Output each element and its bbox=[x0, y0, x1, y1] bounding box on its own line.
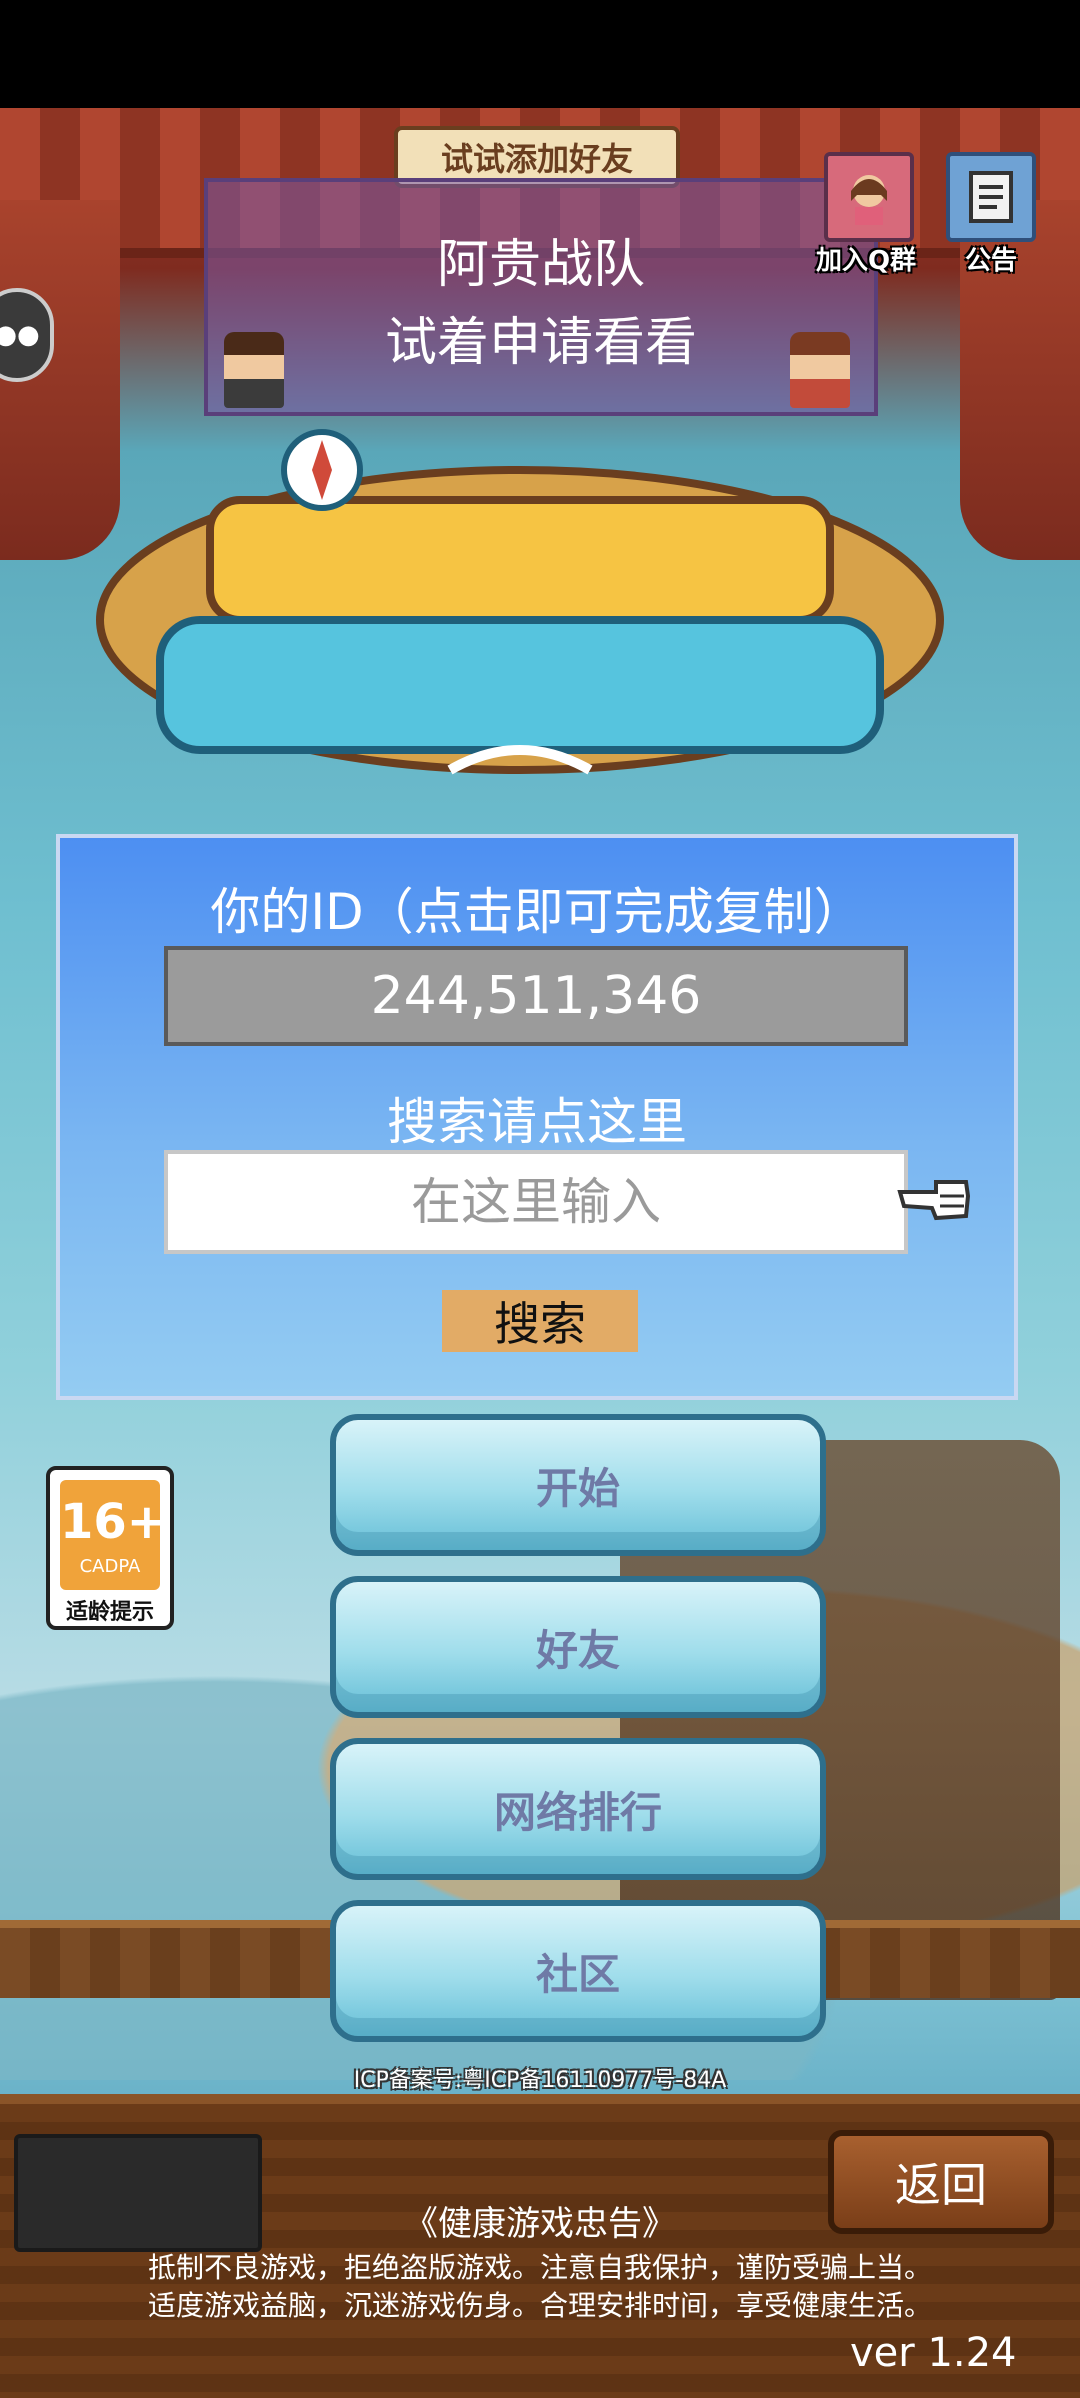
player-id-copy-field[interactable]: 244,511,346 bbox=[164, 946, 908, 1046]
online-ranking-button[interactable]: 网络排行 bbox=[330, 1738, 826, 1880]
health-advisory-title: 《健康游戏忠告》 bbox=[404, 2204, 676, 2244]
version-label: ver 1.24 bbox=[850, 2330, 1017, 2376]
pointing-hand-icon bbox=[897, 1180, 971, 1221]
document-icon bbox=[969, 171, 1013, 223]
search-input[interactable] bbox=[164, 1150, 908, 1254]
girl-avatar-icon bbox=[851, 175, 887, 225]
search-button[interactable]: 搜索 bbox=[442, 1290, 638, 1352]
bottom-panel: 返回 《健康游戏忠告》 抵制不良游戏，拒绝盗版游戏。注意自我保护，谨防受骗上当。… bbox=[0, 2094, 1080, 2398]
age-rating-value: 16+ bbox=[60, 1494, 168, 1550]
start-button[interactable]: 开始 bbox=[330, 1414, 826, 1556]
search-prompt: 搜索请点这里 bbox=[387, 1093, 687, 1151]
health-advisory-line-1: 抵制不良游戏，拒绝盗版游戏。注意自我保护，谨防受骗上当。 bbox=[147, 2251, 932, 2284]
age-rating-badge[interactable]: 16+ CADPA 适龄提示 bbox=[46, 1466, 174, 1630]
friend-suggestion-panel[interactable]: 阿贵战队 试着申请看看 bbox=[204, 178, 878, 416]
age-rating-label: 适龄提示 bbox=[65, 1600, 154, 1625]
player-avatar-right bbox=[790, 332, 850, 408]
health-advisory-line-2: 适度游戏益脑，沉迷游戏伤身。合理安排时间，享受健康生活。 bbox=[147, 2289, 932, 2322]
join-qq-group-label[interactable]: 加入Q群 bbox=[808, 240, 924, 277]
join-qq-group-button[interactable] bbox=[824, 152, 914, 242]
notice-button[interactable] bbox=[946, 152, 1036, 242]
side-chat-icon[interactable]: ●● bbox=[0, 288, 54, 382]
community-button[interactable]: 社区 bbox=[330, 1900, 826, 2042]
status-bar bbox=[0, 0, 1080, 108]
age-rating-org: CADPA bbox=[79, 1556, 141, 1577]
game-logo bbox=[96, 429, 944, 775]
suggested-team-name: 阿贵战队 bbox=[436, 235, 645, 295]
id-search-panel: 你的ID（点击即可完成复制） 244,511,346 搜索请点这里 搜索 bbox=[56, 834, 1018, 1400]
friends-button[interactable]: 好友 bbox=[330, 1576, 826, 1718]
age-rating-box: 16+ CADPA bbox=[60, 1480, 168, 1590]
notice-label[interactable]: 公告 bbox=[946, 240, 1036, 277]
game-title-screen: 试试添加好友 阿贵战队 试着申请看看 加入Q群 公告 ●● 你的ID（点击即可完… bbox=[0, 0, 1080, 2398]
suggestion-hint: 试着申请看看 bbox=[384, 313, 697, 373]
icp-license-text: ICP备案号:粤ICP备16110977号-84A bbox=[353, 2068, 727, 2093]
your-id-title: 你的ID（点击即可完成复制） bbox=[210, 883, 864, 941]
